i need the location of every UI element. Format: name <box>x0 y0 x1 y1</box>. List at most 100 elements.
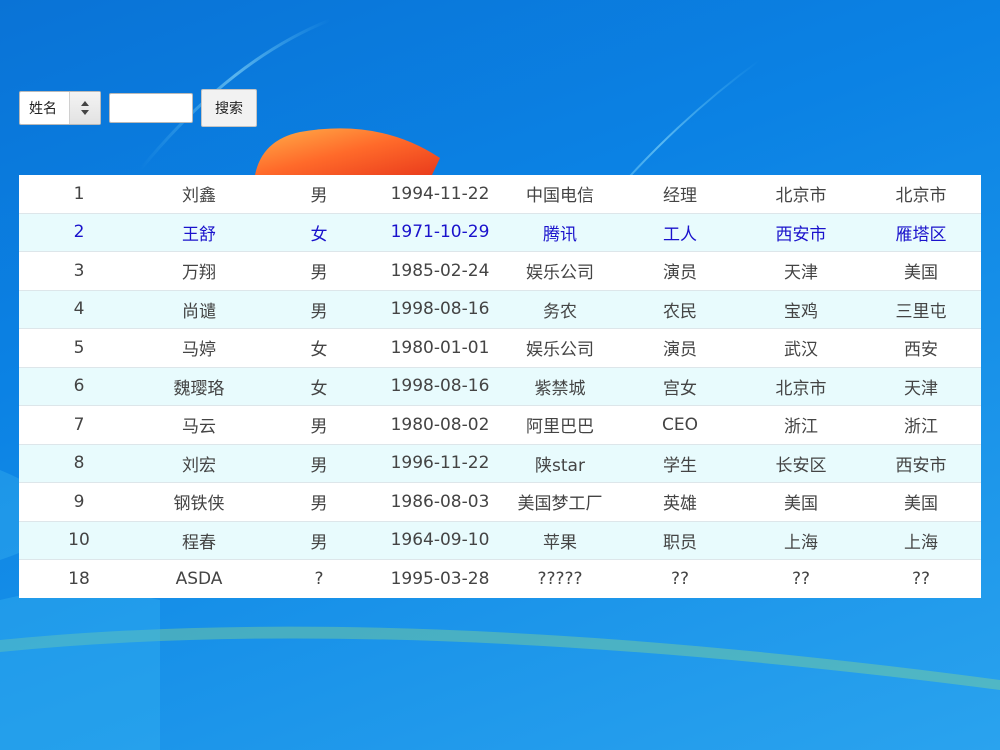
cell-id: 5 <box>19 328 139 368</box>
cell-birthday: 1996-11-22 <box>379 444 501 483</box>
cell-district: 浙江 <box>861 405 981 445</box>
cell-birthday: 1971-10-29 <box>379 213 501 252</box>
cell-birthday: 1980-08-02 <box>379 405 501 445</box>
cell-city: 武汉 <box>741 328 861 368</box>
table-row[interactable]: 18 ASDA? 1995-03-28??????????? <box>19 559 981 598</box>
cell-gender: 男 <box>259 521 379 560</box>
cell-city: 北京市 <box>741 367 861 406</box>
cell-name: 刘鑫 <box>139 175 259 214</box>
cell-job: 学生 <box>619 444 741 483</box>
search-field-select[interactable]: 姓名 <box>19 91 101 125</box>
cell-city: 上海 <box>741 521 861 560</box>
cell-name: 王舒 <box>139 213 259 252</box>
cell-gender: 男 <box>259 444 379 483</box>
cell-job: CEO <box>619 405 741 445</box>
cell-company: 美国梦工厂 <box>501 482 619 522</box>
cell-birthday: 1985-02-24 <box>379 251 501 291</box>
table-row[interactable]: 7 马云男 1980-08-02 阿里巴巴 CEO 浙江 浙江 <box>19 405 981 445</box>
cell-job: 工人 <box>619 213 741 252</box>
cell-name: 钢铁侠 <box>139 482 259 522</box>
cell-district: 美国 <box>861 251 981 291</box>
cell-gender: 男 <box>259 405 379 445</box>
cell-gender: 男 <box>259 251 379 291</box>
table-row[interactable]: 1 刘鑫男 1994-11-22 中国电信 经理 北京市 北京市 <box>19 175 981 214</box>
table-row[interactable]: 4 尚谴男 1998-08-16 务农 农民 宝鸡 三里屯 <box>19 290 981 329</box>
table-row[interactable]: 8 刘宏男 1996-11-22 陕star 学生 长安区 西安市 <box>19 444 981 483</box>
cell-gender: 女 <box>259 367 379 406</box>
cell-job: 经理 <box>619 175 741 214</box>
cell-company: 中国电信 <box>501 175 619 214</box>
cell-job: 农民 <box>619 290 741 329</box>
cell-gender: 男 <box>259 290 379 329</box>
cell-id: 9 <box>19 482 139 522</box>
table-row[interactable]: 6 魏璎珞女 1998-08-16 紫禁城 宫女 北京市 天津 <box>19 367 981 406</box>
cell-district: 雁塔区 <box>861 213 981 252</box>
search-toolbar: 姓名 搜索 <box>19 89 257 127</box>
cell-id: 2 <box>19 213 139 252</box>
cell-job: 英雄 <box>619 482 741 522</box>
updown-arrows-icon <box>69 92 100 124</box>
cell-id: 3 <box>19 251 139 291</box>
cell-job: 职员 <box>619 521 741 560</box>
cell-name: ASDA <box>139 559 259 598</box>
cell-company: 务农 <box>501 290 619 329</box>
cell-birthday: 1994-11-22 <box>379 175 501 214</box>
cell-gender: 女 <box>259 328 379 368</box>
cell-id: 10 <box>19 521 139 560</box>
table-row[interactable]: 5 马婷女 1980-01-01 娱乐公司 演员 武汉 西安 <box>19 328 981 368</box>
cell-company: 陕star <box>501 444 619 483</box>
table-body: 1 刘鑫男 1994-11-22 中国电信 经理 北京市 北京市 2 王舒女 1971-10-29… <box>19 175 981 598</box>
cell-city: 天津 <box>741 251 861 291</box>
search-button[interactable]: 搜索 <box>201 89 257 127</box>
cell-district: 天津 <box>861 367 981 406</box>
cell-city: 美国 <box>741 482 861 522</box>
cell-birthday: 1964-09-10 <box>379 521 501 560</box>
cell-name: 魏璎珞 <box>139 367 259 406</box>
table-row[interactable]: 3 万翔男 1985-02-24 娱乐公司 演员 天津 美国 <box>19 251 981 291</box>
cell-job: 演员 <box>619 251 741 291</box>
cell-id: 18 <box>19 559 139 598</box>
cell-name: 尚谴 <box>139 290 259 329</box>
cell-id: 7 <box>19 405 139 445</box>
cell-district: 西安 <box>861 328 981 368</box>
cell-company: ????? <box>501 559 619 598</box>
cell-company: 苹果 <box>501 521 619 560</box>
cell-id: 8 <box>19 444 139 483</box>
cell-gender: 女 <box>259 213 379 252</box>
cell-company: 阿里巴巴 <box>501 405 619 445</box>
cell-name: 马云 <box>139 405 259 445</box>
cell-birthday: 1980-01-01 <box>379 328 501 368</box>
table-row[interactable]: 10 程春男 1964-09-10 苹果 职员 上海 上海 <box>19 521 981 560</box>
cell-gender: ? <box>259 559 379 598</box>
cell-district: ?? <box>861 559 981 598</box>
cell-gender: 男 <box>259 175 379 214</box>
person-table: 1 刘鑫男 1994-11-22 中国电信 经理 北京市 北京市 2 王舒女 1971-10-29… <box>19 175 981 598</box>
cell-city: 宝鸡 <box>741 290 861 329</box>
cell-company: 娱乐公司 <box>501 251 619 291</box>
cell-birthday: 1986-08-03 <box>379 482 501 522</box>
table-row[interactable]: 2 王舒女 1971-10-29 腾讯 工人 西安市 雁塔区 <box>19 213 981 252</box>
cell-job: ?? <box>619 559 741 598</box>
cell-id: 6 <box>19 367 139 406</box>
cell-name: 马婷 <box>139 328 259 368</box>
search-input[interactable] <box>109 93 193 123</box>
cell-city: 北京市 <box>741 175 861 214</box>
cell-gender: 男 <box>259 482 379 522</box>
cell-district: 西安市 <box>861 444 981 483</box>
cell-city: 长安区 <box>741 444 861 483</box>
cell-id: 1 <box>19 175 139 214</box>
cell-job: 演员 <box>619 328 741 368</box>
table-row[interactable]: 9 钢铁侠男 1986-08-03 美国梦工厂 英雄 美国 美国 <box>19 482 981 522</box>
cell-district: 北京市 <box>861 175 981 214</box>
cell-company: 腾讯 <box>501 213 619 252</box>
cell-district: 美国 <box>861 482 981 522</box>
cell-district: 三里屯 <box>861 290 981 329</box>
cell-company: 紫禁城 <box>501 367 619 406</box>
cell-city: ?? <box>741 559 861 598</box>
cell-company: 娱乐公司 <box>501 328 619 368</box>
cell-job: 宫女 <box>619 367 741 406</box>
cell-name: 程春 <box>139 521 259 560</box>
cell-district: 上海 <box>861 521 981 560</box>
search-field-select-value: 姓名 <box>29 101 57 117</box>
cell-birthday: 1995-03-28 <box>379 559 501 598</box>
